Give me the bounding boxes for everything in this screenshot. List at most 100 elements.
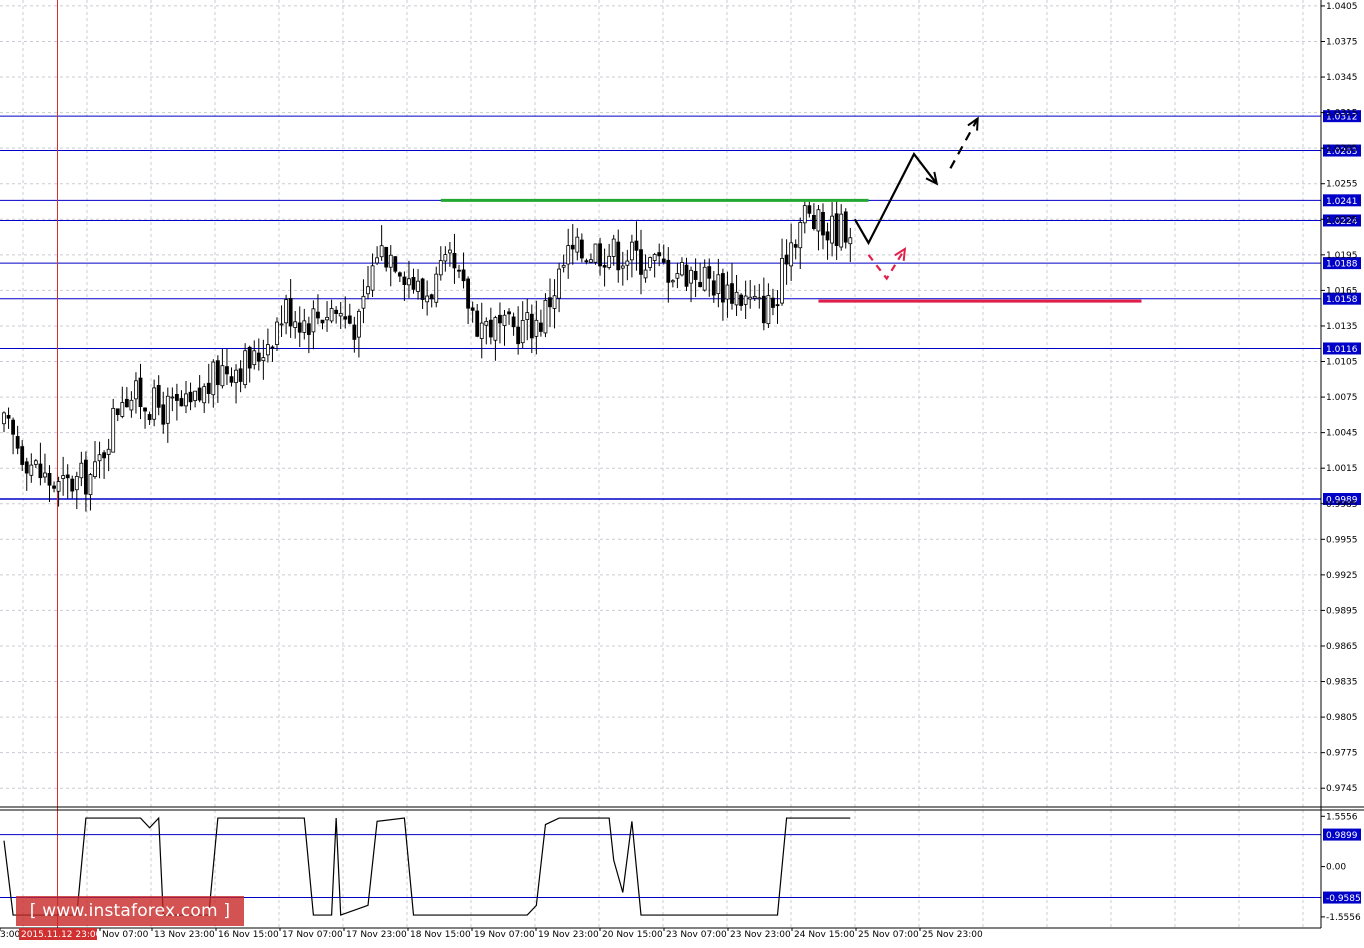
forecast-solid-path [853, 152, 938, 246]
level-box-label: 1.0116 [1326, 345, 1358, 355]
candle-body [306, 323, 311, 335]
candle-body [821, 212, 825, 236]
candle-body [15, 436, 20, 449]
time-tick-label: 18 Nov 15:00 [410, 930, 471, 940]
candle-body [202, 386, 207, 404]
forecast-arrows [853, 116, 979, 281]
time-tick-label: 19 Nov 07:00 [474, 930, 535, 940]
candle-body [511, 316, 516, 328]
candle-body [793, 244, 798, 248]
candle-body [466, 278, 471, 309]
watermark-logo[interactable]: [ www.instaforex.com ] [16, 896, 244, 926]
candle-body [43, 472, 47, 478]
price-tick-label: 0.9985 [1326, 500, 1358, 510]
candle-body [689, 269, 693, 284]
candle-body [493, 317, 498, 341]
candle-body [120, 402, 125, 417]
price-tick-label: 1.0285 [1326, 144, 1358, 154]
candle-body [693, 270, 698, 280]
candle-body [438, 260, 443, 276]
candle-body [616, 241, 621, 271]
candle-body [620, 265, 625, 269]
price-tick-label: 1.0075 [1326, 393, 1358, 403]
price-chart: 1.03121.02831.02411.02241.01881.01581.01… [0, 0, 1364, 940]
candle-body [206, 382, 211, 394]
candle-body [488, 319, 493, 338]
candle-body [575, 236, 580, 253]
candle-body [47, 473, 52, 486]
time-tick-label: 19 Nov 23:00 [538, 930, 599, 940]
candle-body [38, 463, 43, 479]
candle-body [634, 240, 639, 251]
price-tick-label: 1.0195 [1326, 251, 1358, 261]
candle-body [11, 419, 16, 435]
candle-body [184, 393, 188, 407]
candle-body [425, 295, 430, 303]
candle-body [579, 239, 584, 259]
candle-body [557, 268, 561, 299]
candle-body [721, 273, 725, 303]
candle-body [498, 314, 502, 324]
candle-body [174, 393, 179, 401]
candle-body [584, 260, 589, 263]
candle-body [2, 412, 6, 425]
candle-body [275, 321, 279, 345]
candle-body [525, 312, 530, 320]
candle-body [370, 265, 375, 291]
time-tick-label: 3:00 [0, 930, 20, 940]
candle-body [502, 314, 507, 326]
candle-body [830, 215, 834, 244]
price-tick-label: 1.0135 [1326, 322, 1358, 332]
candle-body [670, 280, 675, 283]
candle-body [229, 376, 234, 383]
price-tick-label: 0.9955 [1326, 535, 1358, 545]
candle-body [434, 273, 439, 303]
candle-body [589, 259, 593, 263]
candle-body [834, 213, 839, 246]
candle-body [111, 407, 116, 453]
candle-body [52, 485, 56, 489]
price-tick-label: 1.0405 [1326, 2, 1358, 12]
candle-body [625, 260, 630, 266]
candle-body [29, 464, 34, 476]
candle-body [516, 326, 521, 345]
price-tick-label: 0.9775 [1326, 749, 1358, 759]
price-tick-label: 1.0165 [1326, 286, 1358, 296]
candle-body [457, 269, 461, 272]
candle-body [839, 213, 844, 248]
candle-body [543, 299, 548, 334]
time-tick-label: 13 Nov 23:00 [154, 930, 215, 940]
indicator-level-label: 0.9899 [1326, 831, 1358, 841]
candle-body [279, 323, 284, 326]
candle-body [789, 242, 794, 267]
level-box-label: 1.0188 [1326, 260, 1358, 270]
indicator-level-label: -0.9585 [1326, 894, 1361, 904]
candle-body [325, 316, 329, 321]
candle-body [243, 350, 248, 386]
candle-body [443, 254, 448, 262]
forecast-dashed-arrowhead [967, 116, 979, 131]
candle-body [343, 316, 348, 320]
candle-body [784, 254, 789, 265]
candle-body [798, 222, 803, 249]
candle-body [356, 310, 361, 338]
candle-body [197, 387, 202, 401]
candle-body [297, 322, 302, 333]
time-tick-label: 24 Nov 15:00 [794, 930, 855, 940]
candle-body [539, 322, 543, 332]
candle-body [675, 273, 680, 279]
price-tick-label: 0.9805 [1326, 713, 1358, 723]
candle-body [74, 475, 79, 491]
candle-body [816, 209, 821, 232]
candle-body [238, 368, 243, 382]
candle-body [106, 448, 111, 455]
time-tick-label: 25 Nov 07:00 [858, 930, 919, 940]
candle-body [156, 384, 161, 408]
candle-body [561, 264, 566, 268]
time-tick-label: 25 Nov 23:00 [922, 930, 983, 940]
candle-body [379, 245, 384, 258]
candle-body [825, 231, 830, 241]
candle-body [657, 252, 662, 257]
candle-body [757, 297, 762, 300]
price-tick-label: 1.0045 [1326, 429, 1358, 439]
